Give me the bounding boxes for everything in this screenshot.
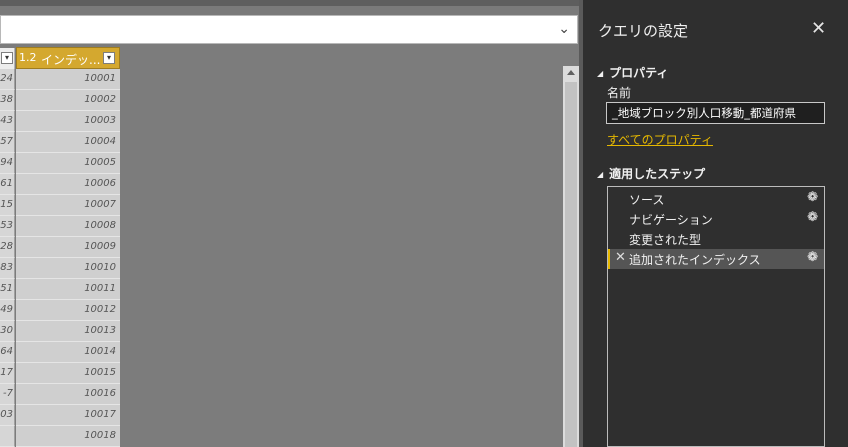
gear-icon[interactable]: ❁ [807, 190, 818, 205]
collapse-triangle-icon[interactable]: ◢ [597, 170, 603, 179]
step-label: 変更された型 [629, 233, 702, 247]
gear-icon[interactable]: ❁ [807, 210, 818, 225]
collapse-triangle-icon[interactable]: ◢ [597, 69, 603, 78]
cell-index[interactable]: 10007 [16, 195, 120, 216]
cell-a[interactable] [0, 426, 15, 447]
pane-title: クエリの設定 [598, 22, 689, 40]
cell-a[interactable]: 24 [0, 69, 15, 90]
table-row: 49 10012 [0, 300, 120, 321]
vertical-scrollbar[interactable] [563, 66, 579, 447]
filter-dropdown-icon[interactable]: ▾ [103, 52, 115, 64]
query-settings-pane: クエリの設定 ✕ ◢ プロパティ 名前 _地域ブロック別人口移動_都道府県 すべて… [583, 0, 848, 447]
cell-index[interactable]: 10006 [16, 174, 120, 195]
cell-index[interactable]: 10008 [16, 216, 120, 237]
table-body: 24 10001 38 10002 43 10003 57 10004 94 10005 … [0, 69, 120, 447]
top-border [0, 0, 582, 6]
cell-index[interactable]: 10015 [16, 363, 120, 384]
applied-steps-heading: 適用したステップ [609, 167, 706, 181]
table-row: 64 10014 [0, 342, 120, 363]
cell-index[interactable]: 10017 [16, 405, 120, 426]
cell-a[interactable]: 83 [0, 258, 15, 279]
cell-a[interactable]: 64 [0, 342, 15, 363]
gear-icon[interactable]: ❁ [807, 250, 818, 265]
cell-a[interactable]: 03 [0, 405, 15, 426]
table-row: 28 10009 [0, 237, 120, 258]
applied-steps-section-header[interactable]: ◢ 適用したステップ [597, 165, 705, 182]
formula-bar[interactable]: ⌄ [0, 15, 578, 44]
scroll-up-icon[interactable] [567, 70, 575, 75]
query-name-input[interactable]: _地域ブロック別人口移動_都道府県 [606, 102, 825, 124]
table-row: 17 10015 [0, 363, 120, 384]
step-item-changed-type[interactable]: 変更された型 [608, 229, 824, 249]
cell-index[interactable]: 10010 [16, 258, 120, 279]
cell-a[interactable]: 28 [0, 237, 15, 258]
cell-index[interactable]: 10012 [16, 300, 120, 321]
column-header-index[interactable]: 1.2 インデッ... ▾ [16, 47, 120, 69]
table-row: 51 10011 [0, 279, 120, 300]
table-row: 43 10003 [0, 111, 120, 132]
cell-index[interactable]: 10001 [16, 69, 120, 90]
step-label: 追加されたインデックス [629, 253, 761, 267]
cell-index[interactable]: 10013 [16, 321, 120, 342]
decimal-type-icon[interactable]: 1.2 [19, 51, 37, 64]
step-label: ソース [629, 193, 665, 207]
step-item-added-index[interactable]: ✕ 追加されたインデックス ❁ [608, 249, 824, 269]
cell-a[interactable]: 15 [0, 195, 15, 216]
table-row: 61 10006 [0, 174, 120, 195]
cell-a[interactable]: 57 [0, 132, 15, 153]
cell-index[interactable]: 10009 [16, 237, 120, 258]
cell-index[interactable]: 10003 [16, 111, 120, 132]
table-row: 15 10007 [0, 195, 120, 216]
table-row: 57 10004 [0, 132, 120, 153]
cell-index[interactable]: 10011 [16, 279, 120, 300]
chevron-down-icon[interactable]: ⌄ [558, 21, 570, 37]
cell-a[interactable]: 94 [0, 153, 15, 174]
table-row: 30 10013 [0, 321, 120, 342]
cell-a[interactable]: 61 [0, 174, 15, 195]
table-row: 10018 [0, 426, 120, 447]
cell-a[interactable]: 53 [0, 216, 15, 237]
cell-index[interactable]: 10014 [16, 342, 120, 363]
properties-heading: プロパティ [609, 66, 669, 80]
table-row: 53 10008 [0, 216, 120, 237]
applied-steps-list: ソース ❁ ナビゲーション ❁ 変更された型 ✕ 追加されたインデックス ❁ [607, 186, 825, 447]
table-row: 24 10001 [0, 69, 120, 90]
name-label: 名前 [607, 86, 632, 100]
cell-a[interactable]: -7 [0, 384, 15, 405]
close-icon[interactable]: ✕ [811, 18, 826, 39]
cell-a[interactable]: 51 [0, 279, 15, 300]
properties-section-header[interactable]: ◢ プロパティ [597, 64, 668, 81]
table-row: 03 10017 [0, 405, 120, 426]
cell-a[interactable]: 49 [0, 300, 15, 321]
cell-a[interactable]: 43 [0, 111, 15, 132]
column-header-a[interactable]: ▾ [0, 48, 15, 69]
cell-index[interactable]: 10005 [16, 153, 120, 174]
step-item-source[interactable]: ソース ❁ [608, 189, 824, 209]
step-item-navigation[interactable]: ナビゲーション ❁ [608, 209, 824, 229]
step-label: ナビゲーション [629, 213, 713, 227]
table-row: 38 10002 [0, 90, 120, 111]
scrollbar-thumb[interactable] [565, 82, 577, 447]
delete-step-icon[interactable]: ✕ [615, 250, 626, 265]
column-header-label: インデッ... [41, 53, 101, 67]
cell-index[interactable]: 10002 [16, 90, 120, 111]
cell-index[interactable]: 10004 [16, 132, 120, 153]
cell-index[interactable]: 10018 [16, 426, 120, 447]
all-properties-link[interactable]: すべてのプロパティ [607, 131, 713, 148]
table-row: -7 10016 [0, 384, 120, 405]
cell-index[interactable]: 10016 [16, 384, 120, 405]
filter-dropdown-icon[interactable]: ▾ [1, 52, 13, 64]
cell-a[interactable]: 38 [0, 90, 15, 111]
cell-a[interactable]: 17 [0, 363, 15, 384]
cell-a[interactable]: 30 [0, 321, 15, 342]
table-row: 83 10010 [0, 258, 120, 279]
table-row: 94 10005 [0, 153, 120, 174]
